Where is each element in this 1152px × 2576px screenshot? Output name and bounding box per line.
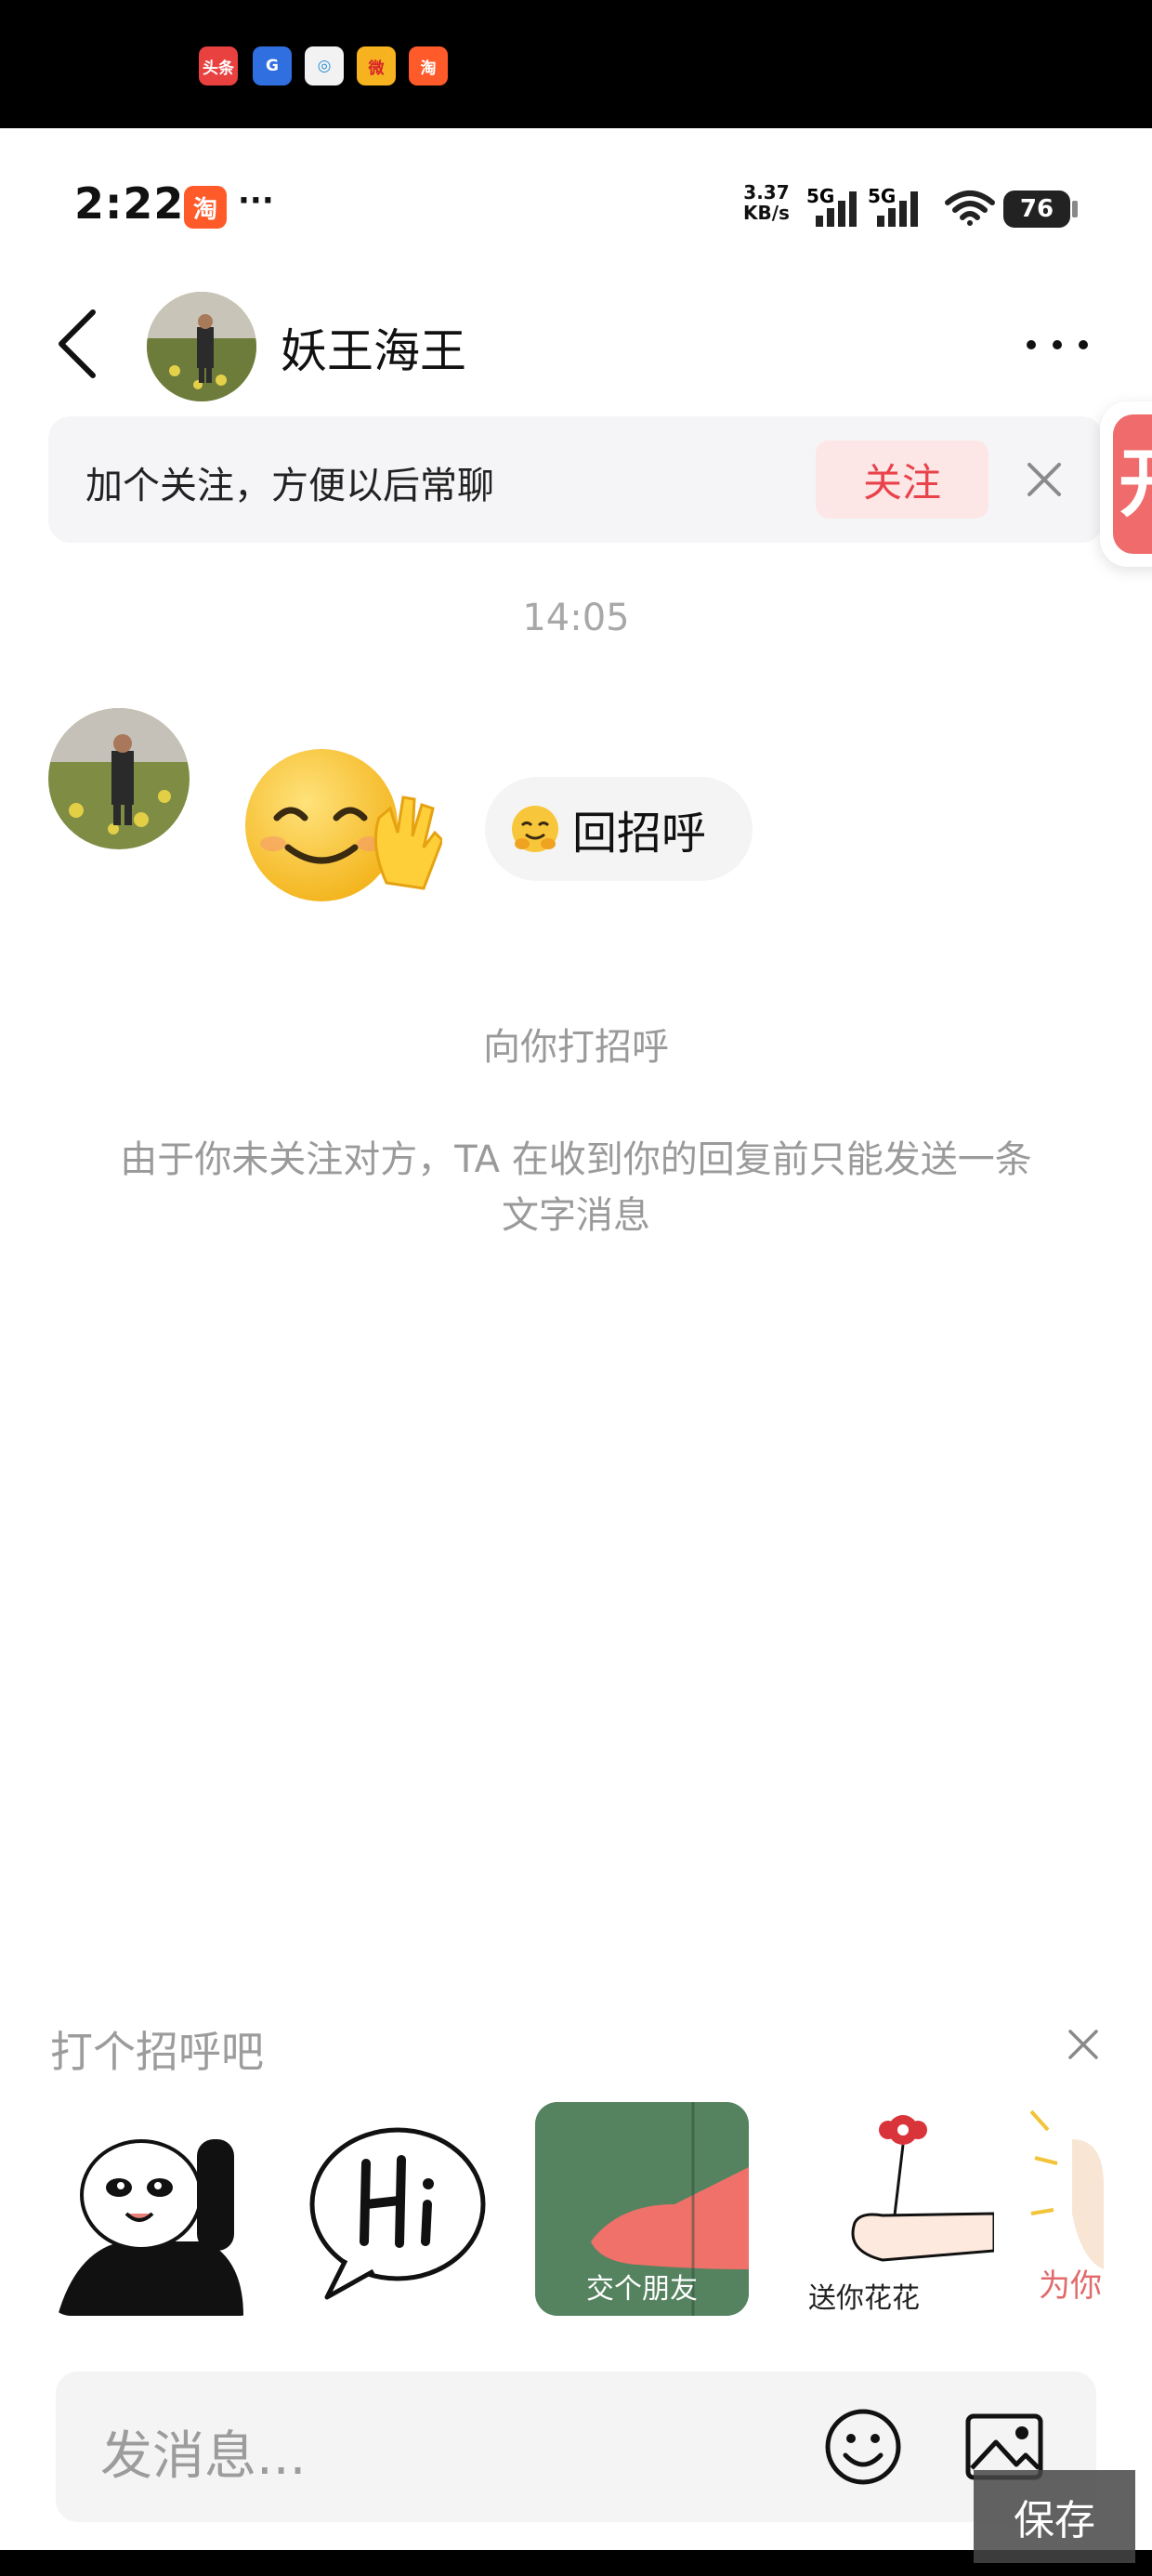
chevron-left-icon[interactable]	[52, 307, 108, 381]
status-time: 2:22	[74, 178, 185, 229]
message-limit-note: 由于你未关注对方，TA 在收到你的回复前只能发送一条文字消息	[120, 1138, 1032, 1237]
battery-tip	[1072, 201, 1078, 217]
sticker-caption: 交个朋友	[586, 2273, 698, 2306]
sticker-panda-wave[interactable]	[48, 2102, 262, 2316]
sticker-caption: 为你	[1039, 2267, 1102, 2305]
signal-5g-icon: 5G	[868, 186, 918, 227]
reply-greeting-chip[interactable]: 回招呼	[485, 777, 753, 881]
toutiao-app-icon: 头条	[199, 46, 238, 85]
g-app-icon: G	[253, 46, 292, 85]
mobile-app-icon: ◎	[305, 46, 344, 85]
svg-text:5G: 5G	[868, 186, 896, 207]
network-speed: 3.37 KB/s	[743, 182, 790, 223]
hug-emoji-icon	[512, 806, 558, 852]
svg-text:5G: 5G	[806, 186, 834, 207]
sticker-caption: 送你花花	[808, 2282, 920, 2315]
sticker-hi-bubble[interactable]	[290, 2102, 504, 2316]
more-horizontal-icon[interactable]	[1020, 331, 1094, 359]
close-icon[interactable]	[1026, 461, 1063, 498]
message-input[interactable]: 发消息...	[100, 2414, 306, 2490]
sticker-make-friends[interactable]: 交个朋友	[535, 2102, 749, 2316]
contact-name[interactable]: 妖王海王	[281, 314, 466, 381]
avatar-photo	[48, 708, 190, 849]
reply-greeting-label: 回招呼	[572, 808, 707, 860]
status-more-icon: ···	[238, 182, 274, 219]
greeting-system-note: 向你打招呼	[483, 1026, 669, 1069]
send-flower-sticker	[851, 2115, 994, 2262]
sender-avatar[interactable]	[48, 708, 190, 849]
taobao-app-icon: 淘	[409, 46, 448, 85]
panda-wave-sticker	[58, 2139, 243, 2316]
follow-banner-text: 加个关注，方便以后常聊	[85, 465, 494, 507]
waving-smile-emoji-icon[interactable]	[230, 743, 442, 909]
greeting-panel-title: 打个招呼吧	[50, 2027, 264, 2077]
taobao-status-icon: 淘	[184, 186, 227, 229]
hi-bubble-sticker	[309, 2127, 486, 2300]
top-notification-band	[0, 0, 1152, 128]
follow-button[interactable]: 关注	[816, 440, 988, 519]
battery-indicator: 76	[1003, 191, 1070, 228]
network-speed-value: 3.37	[743, 181, 790, 204]
avatar-photo	[147, 292, 256, 401]
message-timestamp: 14:05	[522, 597, 630, 639]
weibo-app-icon: 微	[357, 46, 396, 85]
wifi-icon	[945, 191, 995, 226]
network-speed-unit: KB/s	[743, 202, 790, 224]
close-icon[interactable]	[1067, 2028, 1100, 2061]
avatar[interactable]	[147, 292, 256, 401]
side-float-tab-badge[interactable]: 开	[1113, 414, 1152, 554]
smiley-icon[interactable]	[823, 2407, 903, 2487]
save-button[interactable]: 保存	[974, 2470, 1135, 2563]
